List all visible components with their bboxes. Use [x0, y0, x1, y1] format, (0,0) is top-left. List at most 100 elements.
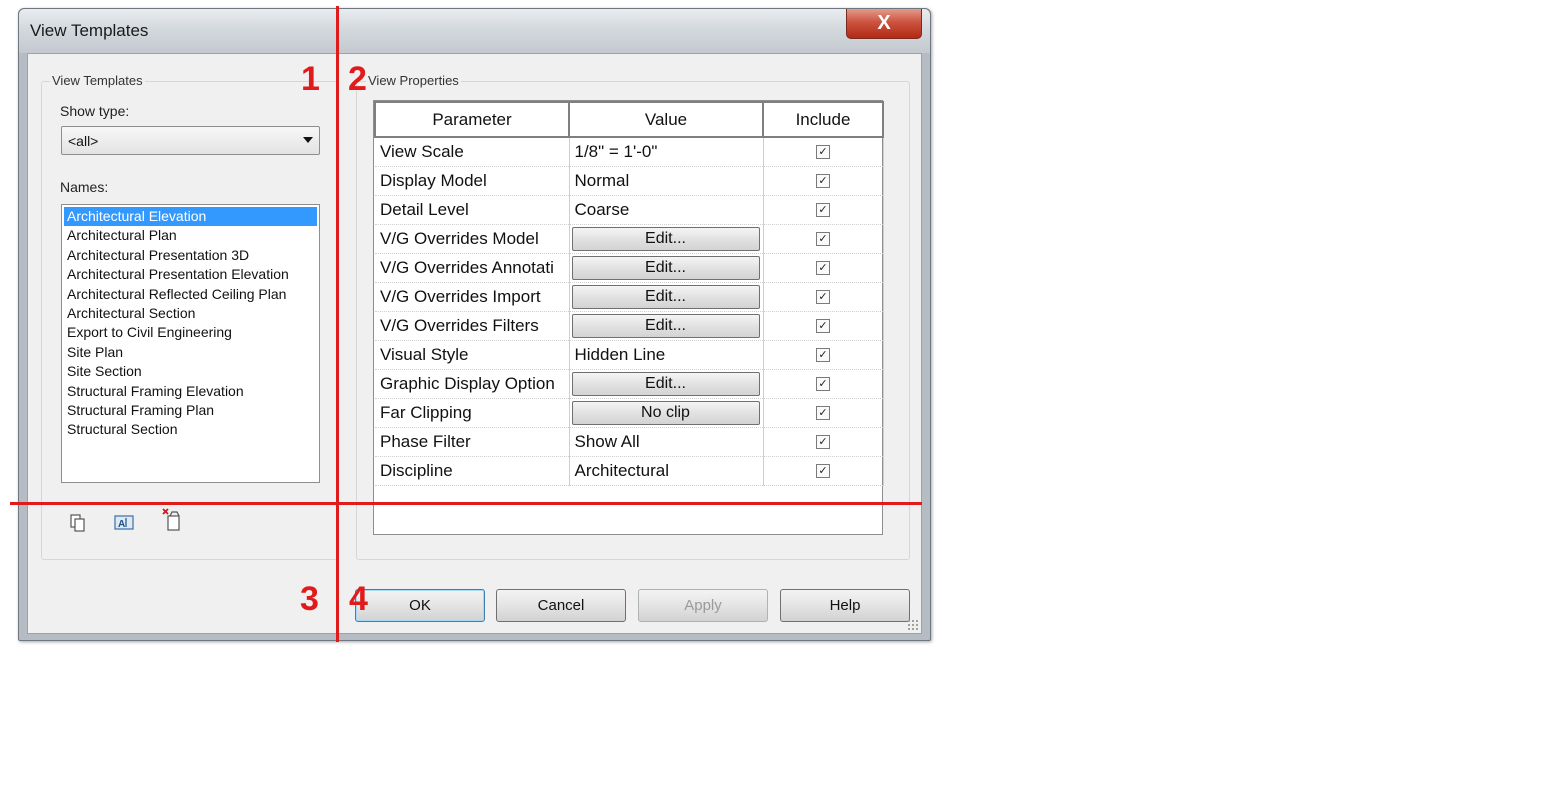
edit-button[interactable]: Edit... [571, 226, 760, 251]
value-cell: Edit... [569, 253, 764, 283]
include-checkbox[interactable]: ✓ [816, 406, 830, 421]
include-cell: ✓ [763, 282, 884, 312]
apply-button[interactable]: Apply [638, 589, 768, 622]
table-row: V/G Overrides Import Edit... ✓ [375, 282, 884, 312]
include-cell: ✓ [763, 166, 884, 196]
edit-button[interactable]: Edit... [571, 284, 760, 309]
edit-button[interactable]: Edit... [571, 313, 760, 338]
include-cell: ✓ [763, 340, 884, 370]
empty-cell [375, 485, 569, 514]
annotation-horizontal-line [10, 502, 922, 505]
value-cell[interactable]: Show All [569, 427, 764, 457]
list-item[interactable]: Structural Section [64, 420, 317, 439]
view-properties-group-label: View Properties [366, 73, 461, 88]
table-row: Detail Level Coarse ✓ [375, 195, 884, 225]
list-item[interactable]: Architectural Reflected Ceiling Plan [64, 285, 317, 304]
close-button[interactable]: X [846, 9, 922, 39]
table-row: V/G Overrides Filters Edit... ✓ [375, 311, 884, 341]
cancel-button[interactable]: Cancel [496, 589, 626, 622]
value-cell[interactable]: 1/8" = 1'-0" [569, 137, 764, 167]
parameter-cell: V/G Overrides Import [375, 282, 570, 312]
include-checkbox[interactable]: ✓ [816, 290, 830, 305]
empty-cell [569, 514, 763, 543]
close-icon: X [877, 12, 891, 34]
table-row: View Scale 1/8" = 1'-0" ✓ [375, 137, 884, 167]
edit-button[interactable]: No clip [571, 400, 760, 425]
list-item[interactable]: Architectural Presentation 3D [64, 246, 317, 265]
chevron-down-icon[interactable] [303, 137, 313, 143]
value-cell: No clip [569, 398, 764, 428]
edit-button[interactable]: Edit... [571, 255, 760, 280]
include-checkbox[interactable]: ✓ [816, 319, 830, 334]
list-item[interactable]: Structural Framing Plan [64, 401, 317, 420]
annotation-number-3: 3 [300, 580, 319, 618]
resize-grip-icon[interactable] [907, 619, 919, 631]
value-cell: Edit... [569, 282, 764, 312]
parameter-cell: Visual Style [375, 340, 570, 370]
rename-icon[interactable]: A [114, 513, 134, 533]
empty-cell [569, 485, 763, 514]
empty-row [375, 514, 883, 543]
include-cell: ✓ [763, 224, 884, 254]
delete-icon[interactable] [161, 507, 181, 531]
list-item[interactable]: Architectural Elevation [64, 207, 317, 227]
table-row: Far Clipping No clip ✓ [375, 398, 884, 428]
include-checkbox[interactable]: ✓ [816, 203, 830, 218]
include-checkbox[interactable]: ✓ [816, 145, 830, 160]
column-header-value: Value [568, 101, 764, 138]
parameter-cell: Phase Filter [375, 427, 570, 457]
include-checkbox[interactable]: ✓ [816, 232, 830, 247]
view-properties-table: Parameter Value Include View Scale 1/8" =… [373, 100, 884, 535]
duplicate-icon[interactable] [68, 513, 88, 533]
table-row: Graphic Display Option Edit... ✓ [375, 369, 884, 399]
include-checkbox[interactable]: ✓ [816, 348, 830, 363]
edit-button[interactable]: Edit... [571, 371, 760, 396]
include-checkbox[interactable]: ✓ [816, 464, 830, 479]
include-checkbox[interactable]: ✓ [816, 377, 830, 392]
list-item[interactable]: Architectural Plan [64, 226, 317, 245]
value-cell: Edit... [569, 369, 764, 399]
table-row: Discipline Architectural ✓ [375, 456, 884, 486]
list-item[interactable]: Architectural Section [64, 304, 317, 323]
list-item[interactable]: Site Plan [64, 343, 317, 362]
value-cell: Edit... [569, 311, 764, 341]
value-cell[interactable]: Hidden Line [569, 340, 764, 370]
value-cell[interactable]: Normal [569, 166, 764, 196]
list-item[interactable]: Site Section [64, 362, 317, 381]
table-row: Visual Style Hidden Line ✓ [375, 340, 884, 370]
include-cell: ✓ [763, 427, 884, 457]
column-header-parameter: Parameter [374, 101, 570, 138]
list-item[interactable]: Structural Framing Elevation [64, 382, 317, 401]
empty-cell [763, 485, 883, 514]
value-cell[interactable]: Architectural [569, 456, 764, 486]
title-bar[interactable]: View Templates X [19, 9, 930, 53]
ok-button[interactable]: OK [355, 589, 485, 622]
show-type-dropdown[interactable]: <all> [61, 126, 320, 155]
annotation-number-4: 4 [349, 580, 368, 618]
names-listbox[interactable]: Architectural Elevation Architectural Pla… [61, 204, 320, 483]
empty-cell [763, 514, 883, 543]
table-row: Phase Filter Show All ✓ [375, 427, 884, 457]
value-cell[interactable]: Coarse [569, 195, 764, 225]
help-button[interactable]: Help [780, 589, 910, 622]
parameter-cell: V/G Overrides Filters [375, 311, 570, 341]
show-type-value: <all> [68, 133, 99, 149]
include-checkbox[interactable]: ✓ [816, 261, 830, 276]
parameter-cell: Graphic Display Option [375, 369, 570, 399]
show-type-label: Show type: [60, 103, 130, 119]
include-cell: ✓ [763, 311, 884, 341]
view-templates-group-label: View Templates [50, 73, 145, 88]
table-row: V/G Overrides Model Edit... ✓ [375, 224, 884, 254]
include-cell: ✓ [763, 253, 884, 283]
include-checkbox[interactable]: ✓ [816, 174, 830, 189]
list-item[interactable]: Export to Civil Engineering [64, 323, 317, 342]
names-label: Names: [60, 179, 109, 195]
column-header-include: Include [762, 101, 884, 138]
parameter-cell: V/G Overrides Model [375, 224, 570, 254]
parameter-cell: V/G Overrides Annotati [375, 253, 570, 283]
list-item[interactable]: Architectural Presentation Elevation [64, 265, 317, 284]
parameter-cell: Display Model [375, 166, 570, 196]
include-checkbox[interactable]: ✓ [816, 435, 830, 450]
empty-cell [375, 514, 569, 543]
view-templates-dialog: View Templates X View Templates Show typ… [18, 8, 931, 641]
